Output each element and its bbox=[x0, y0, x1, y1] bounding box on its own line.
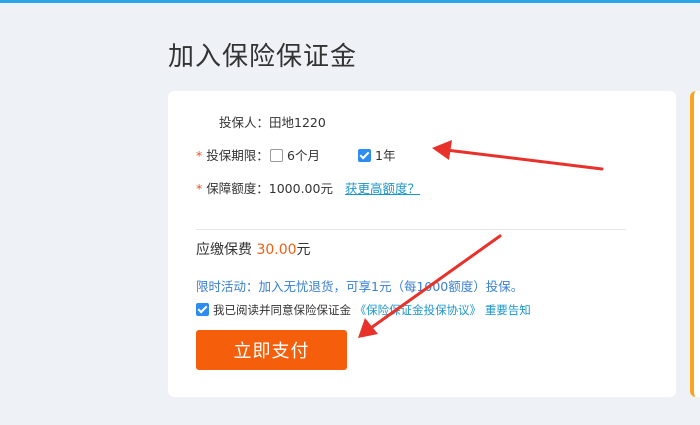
annotation-arrows bbox=[358, 140, 604, 338]
arrow-to-period bbox=[432, 140, 604, 171]
arrow-to-pay bbox=[358, 234, 502, 338]
